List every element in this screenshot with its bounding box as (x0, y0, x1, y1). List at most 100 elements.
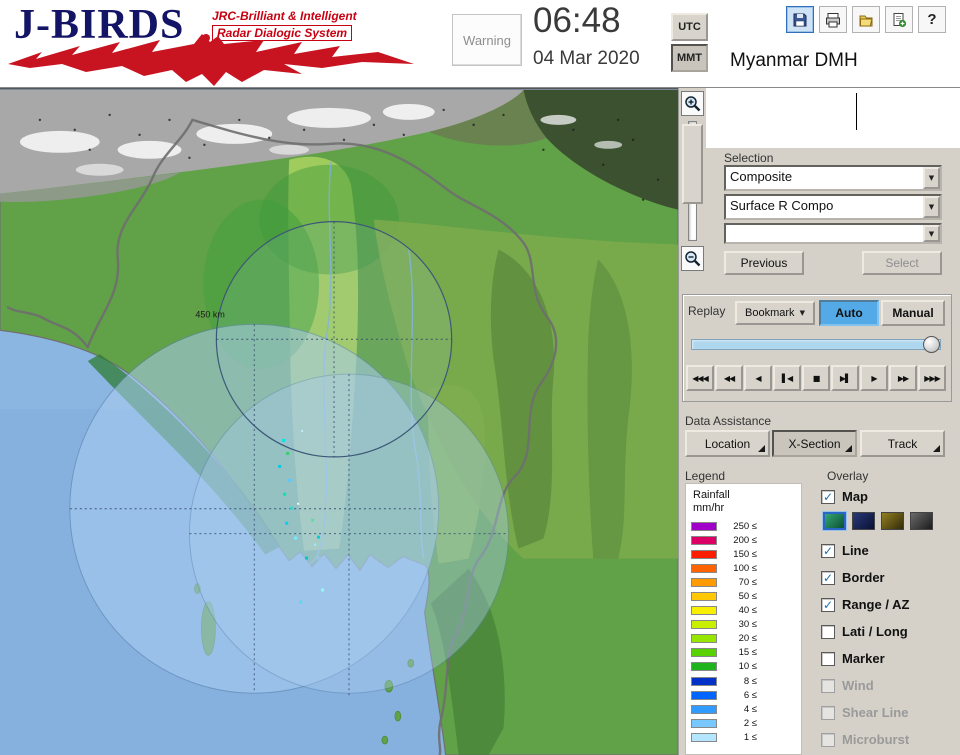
overlay-item-label: Map (842, 489, 868, 504)
corner-handle-icon (845, 445, 852, 452)
warning-indicator[interactable]: Warning (452, 14, 522, 66)
overlay-item-marker[interactable]: Marker (821, 645, 960, 672)
zoom-in-button[interactable] (681, 91, 704, 116)
legend-rows: 250 ≤ 200 ≤ 150 ≤ 100 ≤ 70 ≤ 50 ≤ 40 ≤ 30 ≤ 20 ≤… (691, 519, 799, 745)
track-button[interactable]: Track (860, 430, 945, 457)
checkbox[interactable]: ✓ (821, 489, 835, 504)
product-dropdown[interactable]: Surface R Compo ▼ (724, 194, 942, 220)
print-button[interactable] (819, 6, 847, 33)
extra-dropdown[interactable]: ▼ (724, 223, 942, 244)
location-button[interactable]: Location (685, 430, 770, 457)
jump-start-button[interactable]: ◀◀◀ (686, 365, 714, 391)
select-button[interactable]: Select (862, 251, 942, 275)
checkbox[interactable] (821, 732, 835, 747)
overlay-item-line[interactable]: ✓ Line (821, 537, 960, 564)
print-icon (826, 12, 840, 27)
play-reverse-button[interactable]: ◀ (744, 365, 772, 391)
radar-map-viewport[interactable]: 450 km (0, 88, 678, 755)
legend-threshold-label: 250 ≤ (733, 520, 757, 532)
manual-mode-button[interactable]: Manual (881, 300, 945, 326)
legend-color-swatch (691, 634, 717, 644)
map-style-swatch-1[interactable] (823, 512, 846, 530)
legend-row: 10 ≤ (691, 660, 799, 674)
legend-row: 2 ≤ (691, 716, 799, 730)
checkbox[interactable] (821, 651, 835, 666)
open-folder-button[interactable] (852, 6, 880, 33)
composite-dropdown-button[interactable]: ▼ (923, 167, 940, 189)
legend-color-swatch (691, 620, 717, 630)
replay-label: Replay (688, 304, 726, 318)
replay-timeline-slider[interactable] (691, 339, 941, 350)
overlay-item-wind[interactable]: Wind (821, 672, 960, 699)
fast-rewind-button[interactable]: ◀◀ (715, 365, 743, 391)
mmt-button[interactable]: MMT (671, 44, 708, 72)
help-button[interactable]: ? (918, 6, 946, 33)
legend-unit-line1: Rainfall (693, 489, 730, 501)
composite-dropdown-value: Composite (730, 169, 793, 184)
header-bar: J-BIRDS JRC-Brilliant & Intelligent Rada… (0, 0, 960, 88)
overlay-item-range-az[interactable]: ✓ Range / AZ (821, 591, 960, 618)
overlay-item-border[interactable]: ✓ Border (821, 564, 960, 591)
checkbox[interactable] (821, 678, 835, 693)
zoom-out-button[interactable] (681, 246, 704, 271)
checkbox[interactable]: ✓ (821, 543, 835, 558)
clock-time: 06:48 (533, 1, 621, 40)
composite-dropdown[interactable]: Composite ▼ (724, 165, 942, 191)
checkbox[interactable]: ✓ (821, 570, 835, 585)
jump-end-button[interactable]: ▶▶▶ (918, 365, 946, 391)
save-button[interactable] (786, 6, 814, 33)
legend-threshold-label: 6 ≤ (743, 689, 757, 701)
legend-threshold-label: 100 ≤ (733, 562, 757, 574)
radar-map[interactable]: 450 km (0, 89, 678, 755)
legend-unit-line2: mm/hr (693, 502, 725, 514)
legend-row: 250 ≤ (691, 519, 799, 533)
bookmark-button[interactable]: Bookmark ▼ (735, 301, 815, 325)
checkbox[interactable] (821, 705, 835, 720)
replay-slider-handle[interactable] (923, 336, 940, 353)
auto-mode-button[interactable]: Auto (819, 300, 879, 326)
map-style-swatch-2[interactable] (852, 512, 875, 530)
xsection-button[interactable]: X-Section (772, 430, 857, 457)
map-style-swatch-3[interactable] (881, 512, 904, 530)
legend-color-swatch (691, 732, 717, 742)
play-button[interactable]: ▶ (860, 365, 888, 391)
legend-threshold-label: 8 ≤ (743, 675, 757, 687)
zoom-slider-thumb[interactable] (682, 124, 703, 204)
chevron-down-icon: ▼ (799, 309, 805, 317)
chevron-down-icon: ▼ (928, 229, 935, 238)
zoom-in-icon (685, 96, 701, 112)
fast-forward-button[interactable]: ▶▶ (889, 365, 917, 391)
legend-threshold-label: 70 ≤ (738, 576, 757, 588)
extra-dropdown-button[interactable]: ▼ (923, 225, 940, 242)
data-assistance-label: Data Assistance (685, 414, 772, 428)
stop-button[interactable]: ■ (802, 365, 830, 391)
station-input-area[interactable] (706, 88, 960, 148)
legend-row: 15 ≤ (691, 646, 799, 660)
step-back-button[interactable]: ▌◀ (773, 365, 801, 391)
overlay-item-shear-line[interactable]: Shear Line (821, 699, 960, 726)
previous-button[interactable]: Previous (724, 251, 804, 275)
overlay-item-label: Marker (842, 651, 885, 666)
utc-button[interactable]: UTC (671, 13, 708, 41)
checkbox[interactable] (821, 624, 835, 639)
checkbox[interactable]: ✓ (821, 597, 835, 612)
legend-threshold-label: 50 ≤ (738, 591, 757, 603)
jbirds-window: J-BIRDS JRC-Brilliant & Intelligent Rada… (0, 0, 960, 755)
legend-row: 30 ≤ (691, 618, 799, 632)
overlay-item-lati-long[interactable]: Lati / Long (821, 618, 960, 645)
station-name: Myanmar DMH (730, 50, 858, 71)
overlay-item-microburst[interactable]: Microburst (821, 726, 960, 753)
product-dropdown-button[interactable]: ▼ (923, 196, 940, 218)
step-forward-button[interactable]: ▶▌ (831, 365, 859, 391)
export-button[interactable] (885, 6, 913, 33)
legend-row: 100 ≤ (691, 561, 799, 575)
overlay-item-map[interactable]: ✓ Map (821, 483, 960, 510)
legend-threshold-label: 4 ≤ (743, 703, 757, 715)
legend-color-swatch (691, 690, 717, 700)
text-caret (856, 93, 857, 130)
overlay-item-label: Line (842, 543, 869, 558)
overlay-item-label: Microburst (842, 732, 910, 747)
overlay-item-label: Range / AZ (842, 597, 910, 612)
legend-threshold-label: 20 ≤ (738, 633, 757, 645)
map-style-swatch-4[interactable] (910, 512, 933, 530)
